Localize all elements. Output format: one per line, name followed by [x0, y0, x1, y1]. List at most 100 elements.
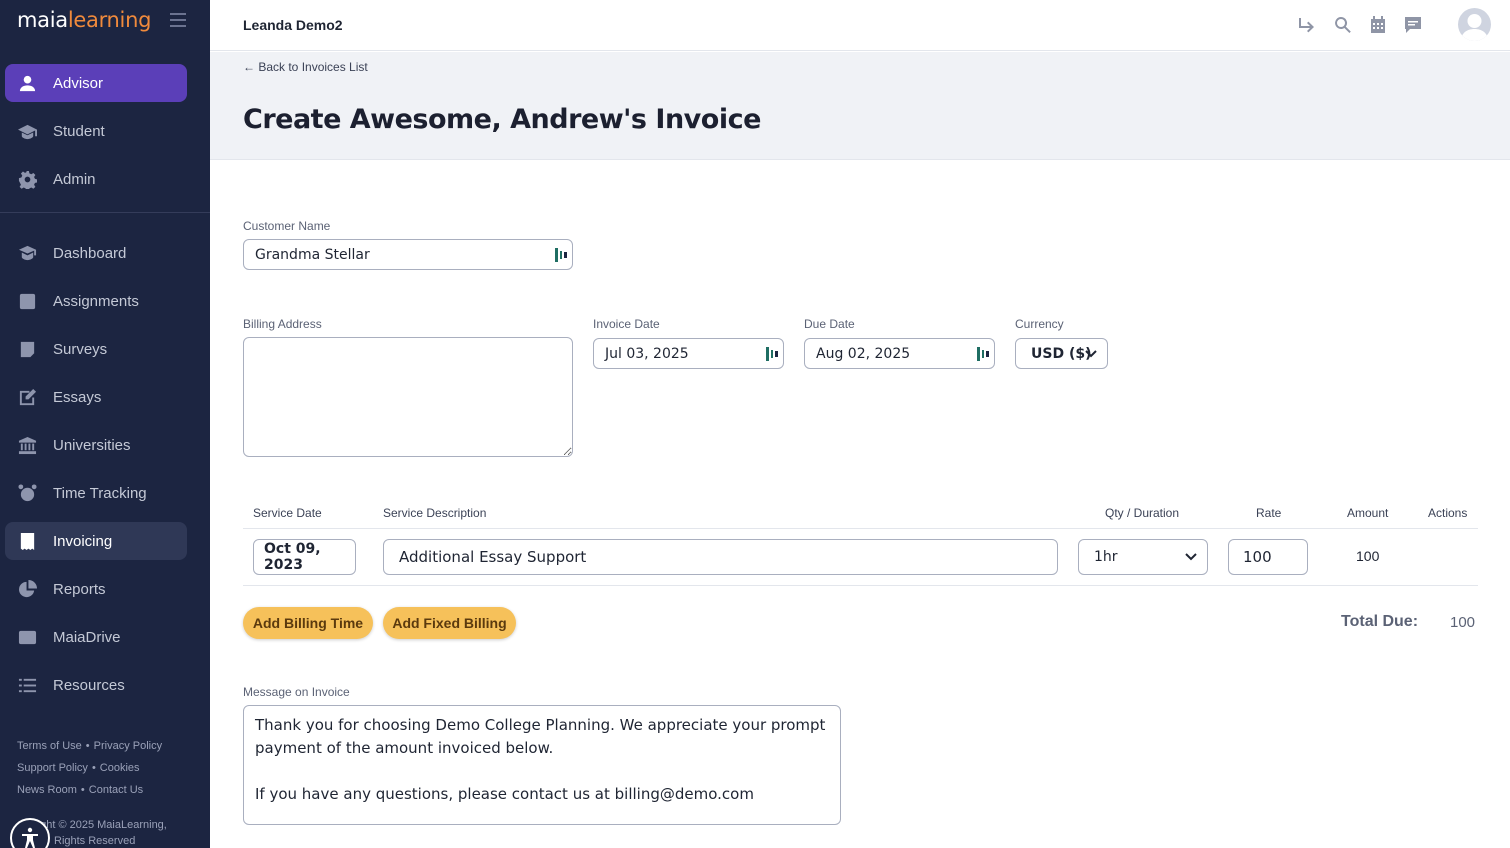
sidebar-item-label: Time Tracking: [53, 484, 147, 502]
sidebar-item-label: Universities: [53, 436, 131, 454]
invoice-icon: [17, 531, 37, 551]
chevron-down-icon: [1185, 553, 1197, 561]
cookies-link[interactable]: Cookies: [100, 762, 140, 774]
role-admin[interactable]: Admin: [5, 160, 187, 198]
autofill-icon: [766, 346, 778, 361]
sidebar-item-label: Reports: [53, 580, 106, 598]
due-date-value: Aug 02, 2025: [816, 345, 911, 362]
sidebar-item-essays[interactable]: Essays: [5, 378, 187, 416]
add-fixed-billing-button[interactable]: Add Fixed Billing: [383, 607, 516, 639]
service-date-value: Oct 09, 2023: [264, 541, 321, 573]
sidebar-item-dashboard[interactable]: Dashboard: [5, 234, 187, 272]
sidebar-item-reports[interactable]: Reports: [5, 570, 187, 608]
sidebar-item-label: MaiaDrive: [53, 628, 121, 646]
qty-duration-select[interactable]: 1hr: [1078, 539, 1208, 575]
sidebar-item-time-tracking[interactable]: Time Tracking: [5, 474, 187, 512]
sidebar-item-invoicing[interactable]: Invoicing: [5, 522, 187, 560]
sidebar-item-resources[interactable]: Resources: [5, 666, 187, 704]
sidebar-item-surveys[interactable]: Surveys: [5, 330, 187, 368]
message-label: Message on Invoice: [243, 685, 350, 699]
gear-icon: [17, 169, 37, 189]
invoice-date-value: Jul 03, 2025: [605, 345, 689, 362]
chevron-down-icon: [1085, 349, 1097, 357]
maialearning-logo[interactable]: maialearning: [17, 8, 151, 32]
role-label: Student: [53, 122, 105, 140]
due-date-label: Due Date: [804, 317, 855, 331]
copyright-line-1: right © 2025 MaiaLearning,: [34, 819, 167, 831]
service-description-value: Additional Essay Support: [399, 548, 587, 566]
currency-value: USD ($): [1031, 345, 1092, 362]
drive-icon: [17, 627, 37, 647]
pie-chart-icon: [17, 579, 37, 599]
col-service-description: Service Description: [383, 506, 487, 520]
qty-duration-value: 1hr: [1094, 549, 1118, 565]
logo-maia-text: maia: [17, 8, 68, 32]
logout-icon[interactable]: [1296, 15, 1316, 35]
sidebar-item-label: Surveys: [53, 340, 108, 358]
calendar-icon[interactable]: [1368, 15, 1388, 35]
sidebar-item-universities[interactable]: Universities: [5, 426, 187, 464]
total-due-value: 100: [1450, 614, 1476, 631]
currency-select[interactable]: USD ($): [1015, 338, 1108, 369]
add-billing-time-button[interactable]: Add Billing Time: [243, 607, 373, 639]
sidebar-item-label: Invoicing: [53, 532, 113, 550]
user-avatar[interactable]: [1458, 8, 1491, 41]
page-title: Create Awesome, Andrew's Invoice: [243, 104, 761, 135]
message-textarea[interactable]: Thank you for choosing Demo College Plan…: [243, 705, 841, 825]
role-label: Advisor: [53, 74, 104, 92]
sidebar-item-label: Assignments: [53, 292, 139, 310]
rate-input[interactable]: 100: [1228, 539, 1308, 575]
amount-value: 100: [1356, 548, 1380, 564]
rate-value: 100: [1243, 548, 1272, 566]
role-student[interactable]: Student: [5, 112, 187, 150]
role-advisor[interactable]: Advisor: [5, 64, 187, 102]
col-rate: Rate: [1256, 506, 1282, 520]
logo-learning-text: learning: [67, 8, 152, 32]
billing-address-input[interactable]: [243, 337, 573, 457]
currency-label: Currency: [1015, 317, 1064, 331]
top-bar: Leanda Demo2: [210, 0, 1510, 51]
customer-name-field[interactable]: Grandma Stellar: [243, 239, 573, 270]
total-due-label: Total Due:: [1341, 613, 1419, 630]
graduation-cap-icon: [17, 121, 37, 141]
surveys-icon: [17, 339, 37, 359]
service-date-field[interactable]: Oct 09, 2023: [253, 539, 356, 575]
col-service-date: Service Date: [253, 506, 322, 520]
invoice-date-field[interactable]: Jul 03, 2025: [593, 338, 784, 369]
sidebar-item-label: Essays: [53, 388, 102, 406]
autofill-icon: [555, 247, 567, 262]
user-icon: [17, 73, 37, 93]
search-icon[interactable]: [1333, 15, 1353, 35]
billing-address-label: Billing Address: [243, 317, 322, 331]
sidebar-divider: [0, 212, 210, 213]
menu-toggle-icon[interactable]: [170, 13, 186, 27]
due-date-field[interactable]: Aug 02, 2025: [804, 338, 995, 369]
table-row-divider: [243, 585, 1478, 586]
customer-name-value: Grandma Stellar: [255, 246, 370, 263]
sidebar: maialearning Advisor Student Admin Dashb…: [0, 0, 210, 848]
dashboard-icon: [17, 243, 37, 263]
assignments-icon: [17, 291, 37, 311]
invoice-date-label: Invoice Date: [593, 317, 660, 331]
sidebar-item-assignments[interactable]: Assignments: [5, 282, 187, 320]
news-room-link[interactable]: News Room: [17, 784, 77, 796]
page-header: ← Back to Invoices List Create Awesome, …: [210, 52, 1510, 160]
alarm-clock-icon: [17, 483, 37, 503]
autofill-icon: [977, 346, 989, 361]
copyright-line-2: Rights Reserved: [54, 835, 136, 847]
customer-name-label: Customer Name: [243, 219, 331, 233]
role-label: Admin: [53, 170, 96, 188]
support-policy-link[interactable]: Support Policy: [17, 762, 88, 774]
col-qty-duration: Qty / Duration: [1105, 506, 1180, 520]
col-amount: Amount: [1347, 506, 1389, 520]
sidebar-item-maiadrive[interactable]: MaiaDrive: [5, 618, 187, 656]
privacy-link[interactable]: Privacy Policy: [94, 740, 162, 752]
list-icon: [17, 675, 37, 695]
terms-link[interactable]: Terms of Use: [17, 740, 82, 752]
contact-link[interactable]: Contact Us: [89, 784, 143, 796]
essays-icon: [17, 387, 37, 407]
sidebar-item-label: Dashboard: [53, 244, 127, 262]
messages-icon[interactable]: [1403, 15, 1423, 35]
back-to-invoices-link[interactable]: ← Back to Invoices List: [243, 60, 368, 74]
service-description-input[interactable]: Additional Essay Support: [383, 539, 1058, 575]
